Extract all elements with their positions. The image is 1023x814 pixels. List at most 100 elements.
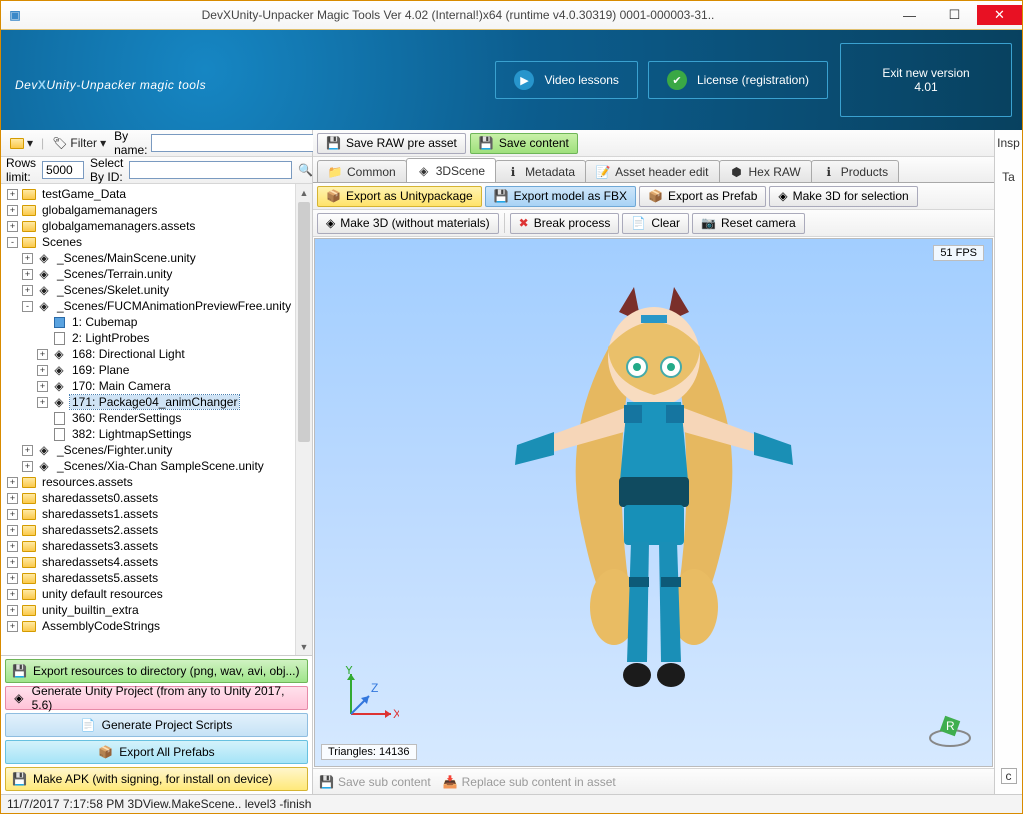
tree-item[interactable]: +sharedassets3.assets bbox=[3, 538, 312, 554]
tree-scrollbar[interactable]: ▲ ▼ bbox=[295, 184, 312, 655]
exit-version-button[interactable]: Exit new version 4.01 bbox=[840, 43, 1012, 117]
expand-icon[interactable]: - bbox=[22, 301, 33, 312]
reset-camera-button[interactable]: 📷 Reset camera bbox=[692, 213, 805, 234]
generate-scripts-button[interactable]: 📄 Generate Project Scripts bbox=[5, 713, 308, 737]
filter-button[interactable]: 🏷 Filter ▾ bbox=[48, 135, 110, 151]
tree-item[interactable]: +resources.assets bbox=[3, 474, 312, 490]
expand-icon[interactable]: + bbox=[22, 269, 33, 280]
tree-item[interactable]: +sharedassets5.assets bbox=[3, 570, 312, 586]
tree-item[interactable]: +sharedassets4.assets bbox=[3, 554, 312, 570]
tree-item[interactable]: +unity default resources bbox=[3, 586, 312, 602]
inspector-tab[interactable]: Insp bbox=[997, 136, 1020, 150]
tab-metadata[interactable]: ℹMetadata bbox=[495, 160, 586, 182]
tab-asset-header-edit[interactable]: 📝Asset header edit bbox=[585, 160, 719, 182]
3d-viewport[interactable]: 51 FPS Triangles: 14136 bbox=[314, 238, 993, 767]
tree-item[interactable]: +◈_Scenes/MainScene.unity bbox=[3, 250, 312, 266]
close-button[interactable]: ✕ bbox=[977, 5, 1022, 25]
export-prefab-button[interactable]: 📦 Export as Prefab bbox=[639, 186, 766, 207]
expand-icon[interactable]: + bbox=[37, 349, 48, 360]
tree-item[interactable]: 360: RenderSettings bbox=[3, 410, 312, 426]
make-3d-selection-button[interactable]: ◈ Make 3D for selection bbox=[769, 186, 917, 207]
export-unitypackage-button[interactable]: 📦 Export as Unitypackage bbox=[317, 186, 482, 207]
expand-icon[interactable]: + bbox=[22, 461, 33, 472]
expand-icon[interactable]: + bbox=[37, 365, 48, 376]
tree-item[interactable]: +◈_Scenes/Skelet.unity bbox=[3, 282, 312, 298]
inspector-bottom-button[interactable]: c bbox=[1001, 768, 1017, 784]
expand-icon[interactable]: + bbox=[7, 541, 18, 552]
license-button[interactable]: ✔ License (registration) bbox=[648, 61, 828, 99]
tree-item[interactable]: +◈171: Package04_animChanger bbox=[3, 394, 312, 410]
tags-tab[interactable]: Ta bbox=[1002, 170, 1015, 184]
save-content-button[interactable]: 💾 Save content bbox=[470, 133, 578, 154]
expand-icon[interactable]: + bbox=[22, 445, 33, 456]
expand-icon[interactable]: + bbox=[7, 189, 18, 200]
tree-item[interactable]: 1: Cubemap bbox=[3, 314, 312, 330]
rows-limit-input[interactable] bbox=[42, 161, 84, 179]
expand-icon[interactable]: + bbox=[37, 381, 48, 392]
main-panel: 💾 Save RAW pre asset 💾 Save content 📁Com… bbox=[313, 130, 994, 794]
tree-item[interactable]: +◈168: Directional Light bbox=[3, 346, 312, 362]
tree-item[interactable]: +globalgamemanagers bbox=[3, 202, 312, 218]
expand-icon[interactable]: + bbox=[22, 253, 33, 264]
generate-unity-project-button[interactable]: ◈Generate Unity Project (from any to Uni… bbox=[5, 686, 308, 710]
scroll-up-icon[interactable]: ▲ bbox=[296, 184, 312, 201]
expand-icon[interactable]: + bbox=[7, 573, 18, 584]
expand-icon[interactable]: - bbox=[7, 237, 18, 248]
tree-item[interactable]: +unity_builtin_extra bbox=[3, 602, 312, 618]
tree-item[interactable]: +sharedassets1.assets bbox=[3, 506, 312, 522]
export-fbx-button[interactable]: 💾 Export model as FBX bbox=[485, 186, 636, 207]
expand-icon[interactable]: + bbox=[7, 605, 18, 616]
expand-icon[interactable]: + bbox=[7, 589, 18, 600]
tree-item[interactable]: +testGame_Data bbox=[3, 186, 312, 202]
tree-item[interactable]: 2: LightProbes bbox=[3, 330, 312, 346]
tree-item[interactable]: +sharedassets0.assets bbox=[3, 490, 312, 506]
tree-item[interactable]: +sharedassets2.assets bbox=[3, 522, 312, 538]
expand-icon[interactable]: + bbox=[7, 205, 18, 216]
tree-item[interactable]: +◈_Scenes/Xia-Chan SampleScene.unity bbox=[3, 458, 312, 474]
tree-item[interactable]: -Scenes bbox=[3, 234, 312, 250]
expand-icon[interactable]: + bbox=[7, 477, 18, 488]
tree-item[interactable]: +◈170: Main Camera bbox=[3, 378, 312, 394]
save-raw-button[interactable]: 💾 Save RAW pre asset bbox=[317, 133, 466, 154]
make-apk-button[interactable]: 💾 Make APK (with signing, for install on… bbox=[5, 767, 308, 791]
tab-common[interactable]: 📁Common bbox=[317, 160, 407, 182]
rotation-gizmo[interactable]: R bbox=[928, 708, 972, 752]
expand-icon[interactable]: + bbox=[7, 525, 18, 536]
select-by-id-input[interactable] bbox=[129, 161, 292, 179]
tab-hex-raw[interactable]: ⬢Hex RAW bbox=[719, 160, 812, 182]
make-3d-no-materials-button[interactable]: ◈ Make 3D (without materials) bbox=[317, 213, 499, 234]
tree-item[interactable]: +◈_Scenes/Fighter.unity bbox=[3, 442, 312, 458]
scroll-down-icon[interactable]: ▼ bbox=[296, 638, 312, 655]
tree-item[interactable]: +◈_Scenes/Terrain.unity bbox=[3, 266, 312, 282]
asset-tree[interactable]: +testGame_Data+globalgamemanagers+global… bbox=[1, 184, 312, 655]
tree-item[interactable]: -◈_Scenes/FUCMAnimationPreviewFree.unity bbox=[3, 298, 312, 314]
search-id-icon[interactable]: 🔍 bbox=[298, 163, 313, 177]
save-sub-content-button[interactable]: 💾 Save sub content bbox=[319, 775, 431, 789]
open-folder-button[interactable]: ▾ bbox=[6, 135, 37, 151]
name-filter-input[interactable] bbox=[151, 134, 314, 152]
minimize-button[interactable]: — bbox=[887, 5, 932, 25]
tab-3dscene[interactable]: ◈3DScene bbox=[406, 158, 496, 182]
expand-icon[interactable]: + bbox=[7, 509, 18, 520]
fps-label: 51 FPS bbox=[933, 245, 984, 261]
expand-icon[interactable]: + bbox=[37, 397, 48, 408]
break-process-button[interactable]: ✖ Break process bbox=[510, 213, 620, 234]
expand-icon[interactable]: + bbox=[7, 557, 18, 568]
expand-icon[interactable]: + bbox=[7, 221, 18, 232]
tree-item[interactable]: 382: LightmapSettings bbox=[3, 426, 312, 442]
tab-products[interactable]: ℹProducts bbox=[811, 160, 899, 182]
clear-button[interactable]: 📄 Clear bbox=[622, 213, 689, 234]
tree-item[interactable]: +◈169: Plane bbox=[3, 362, 312, 378]
tree-item[interactable]: +globalgamemanagers.assets bbox=[3, 218, 312, 234]
tree-item-label: _Scenes/Fighter.unity bbox=[55, 443, 174, 457]
tree-item[interactable]: +AssemblyCodeStrings bbox=[3, 618, 312, 634]
maximize-button[interactable]: ☐ bbox=[932, 5, 977, 25]
export-all-prefabs-button[interactable]: 📦 Export All Prefabs bbox=[5, 740, 308, 764]
expand-icon[interactable]: + bbox=[7, 493, 18, 504]
video-lessons-button[interactable]: ▶ Video lessons bbox=[495, 61, 638, 99]
export-resources-button[interactable]: 💾 Export resources to directory (png, wa… bbox=[5, 659, 308, 683]
expand-icon[interactable]: + bbox=[7, 621, 18, 632]
scroll-thumb[interactable] bbox=[298, 202, 310, 442]
expand-icon[interactable]: + bbox=[22, 285, 33, 296]
replace-sub-content-button[interactable]: 📥 Replace sub content in asset bbox=[443, 775, 616, 789]
